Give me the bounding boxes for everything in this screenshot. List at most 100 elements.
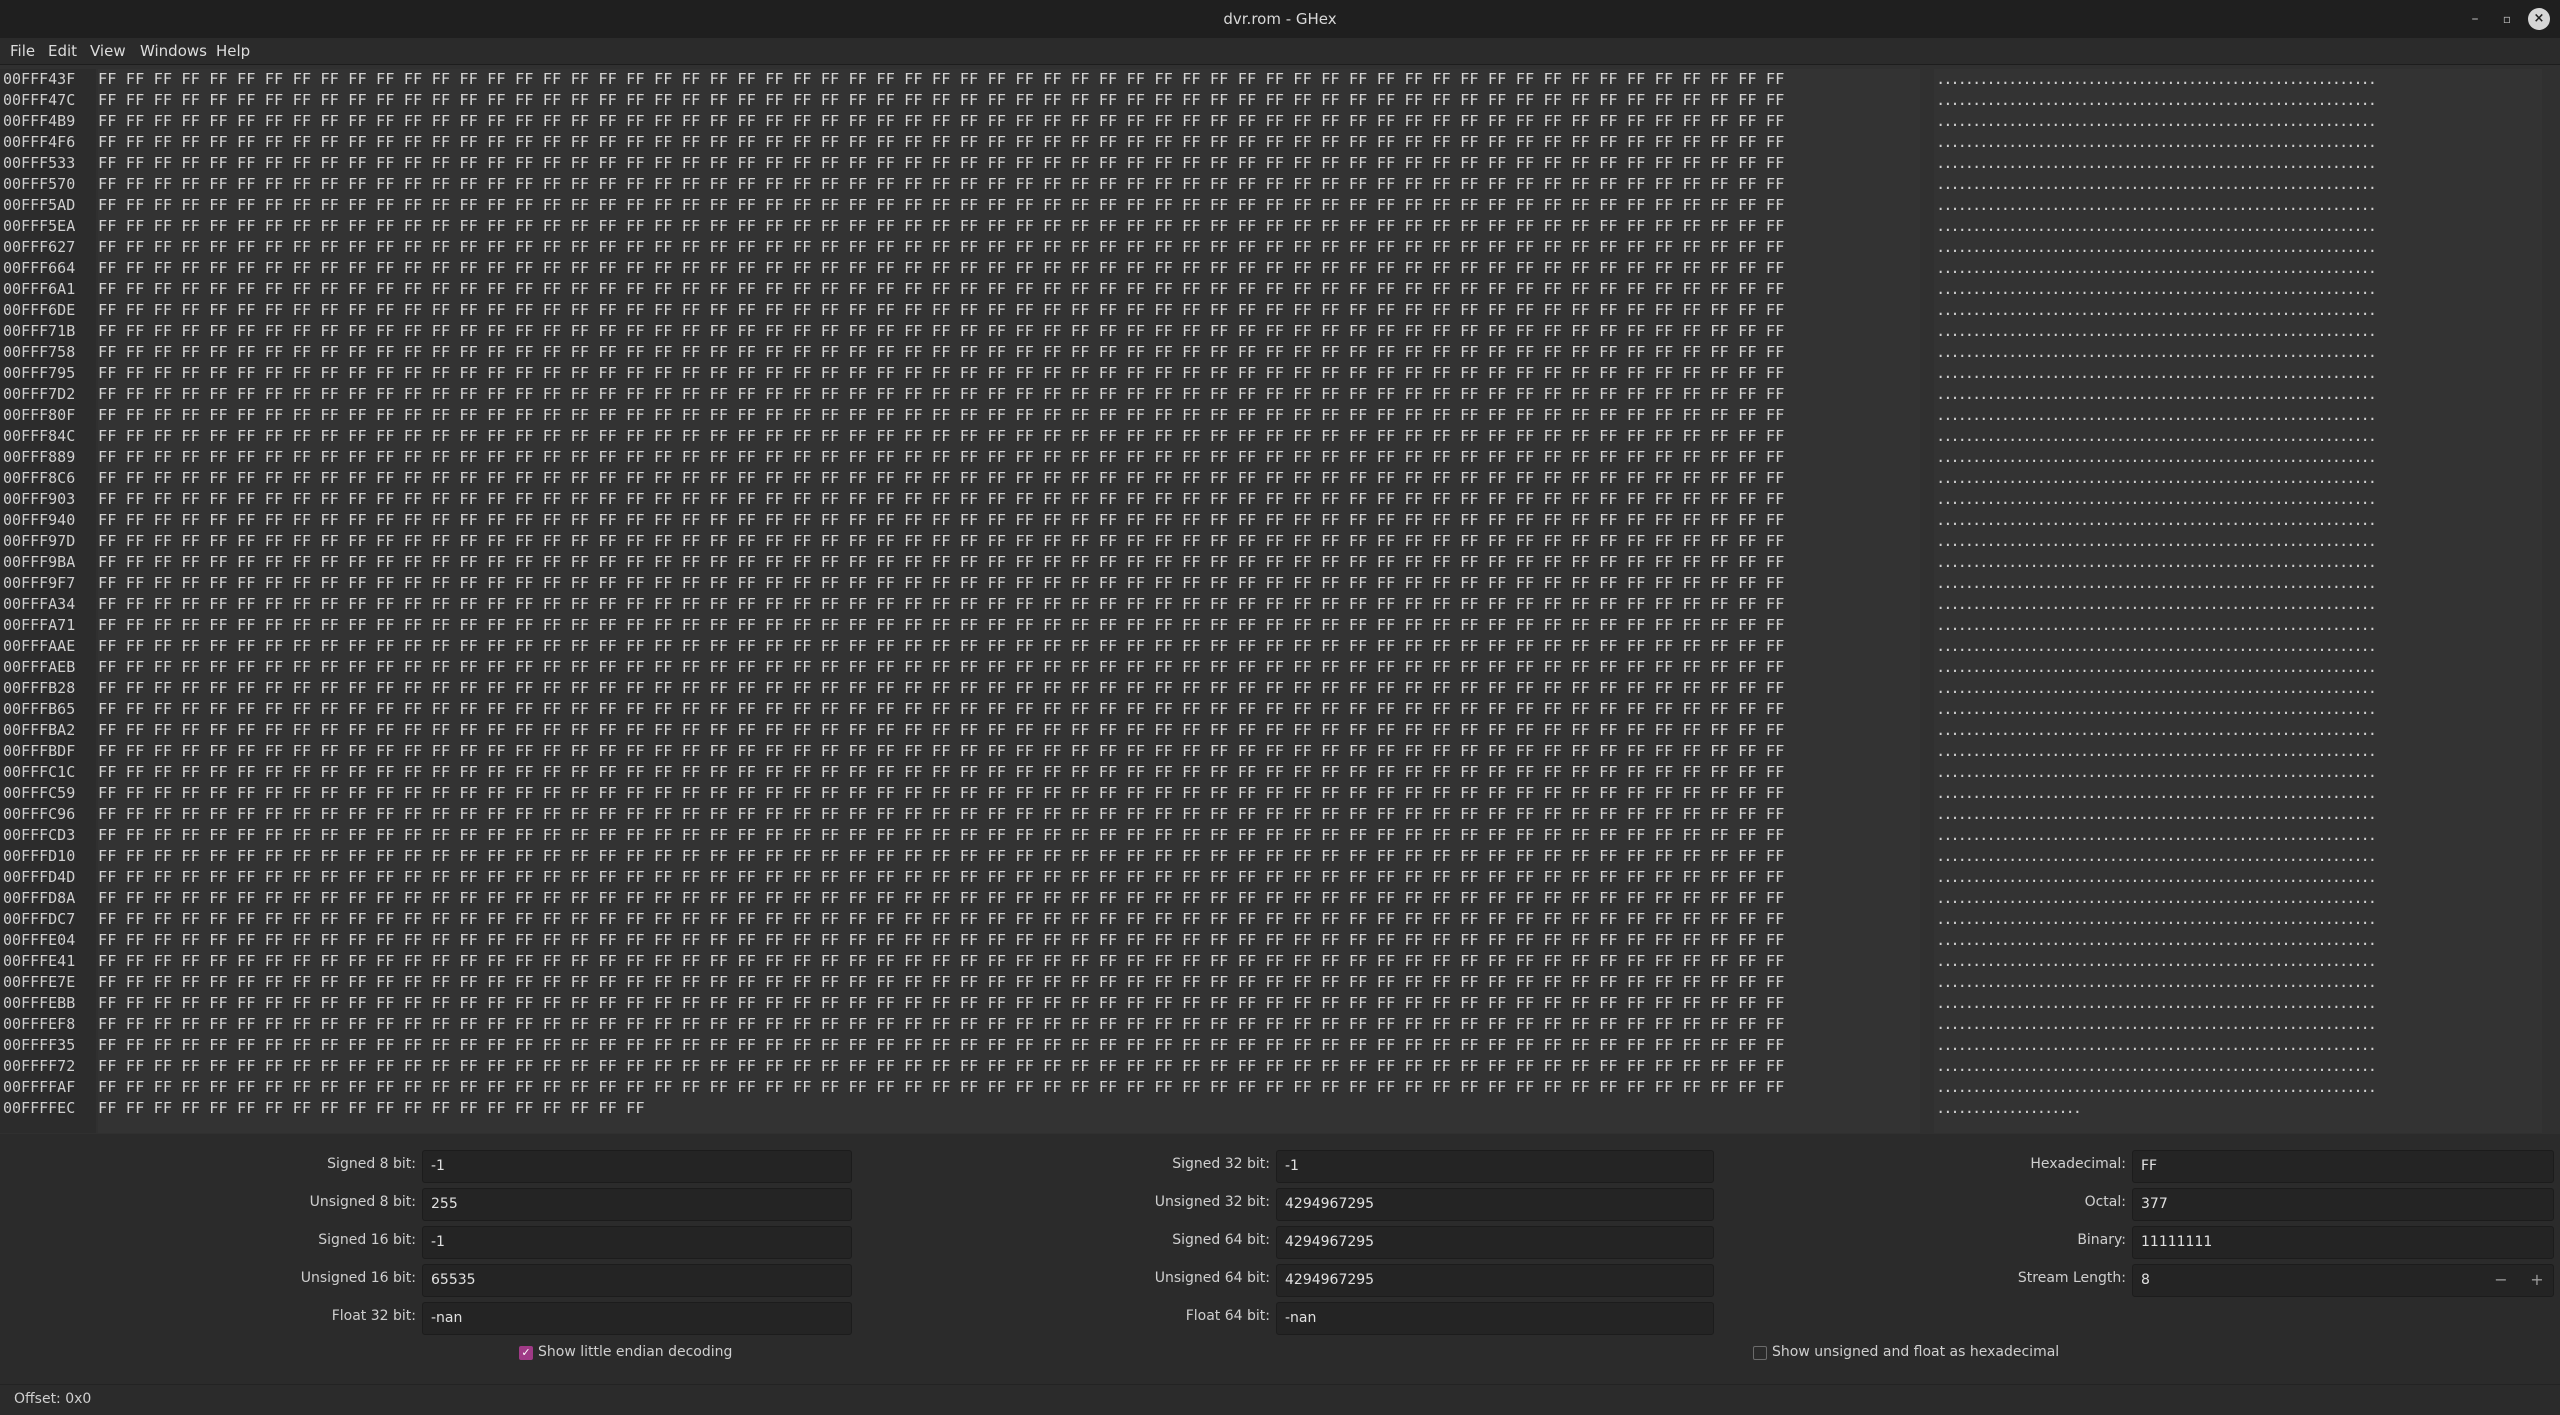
ascii-row[interactable]: ........................................…	[1934, 573, 2542, 594]
stream-increment-button[interactable]: +	[2527, 1270, 2547, 1289]
ascii-row[interactable]: ........................................…	[1934, 510, 2542, 531]
ascii-row[interactable]: ........................................…	[1934, 804, 2542, 825]
ascii-row[interactable]: ........................................…	[1934, 237, 2542, 258]
hex-row[interactable]: FF FF FF FF FF FF FF FF FF FF FF FF FF F…	[98, 405, 1920, 426]
stream-decrement-button[interactable]: −	[2491, 1270, 2511, 1289]
ascii-row[interactable]: ........................................…	[1934, 783, 2542, 804]
hex-row[interactable]: FF FF FF FF FF FF FF FF FF FF FF FF FF F…	[98, 279, 1920, 300]
hex-row[interactable]: FF FF FF FF FF FF FF FF FF FF FF FF FF F…	[98, 888, 1920, 909]
ascii-row[interactable]: ........................................…	[1934, 321, 2542, 342]
hex-row[interactable]: FF FF FF FF FF FF FF FF FF FF FF FF FF F…	[98, 825, 1920, 846]
maximize-icon[interactable]: ▫	[2496, 8, 2518, 30]
ascii-row[interactable]: ........................................…	[1934, 69, 2542, 90]
ascii-row[interactable]: ........................................…	[1934, 993, 2542, 1014]
ascii-row[interactable]: ........................................…	[1934, 678, 2542, 699]
hex-row[interactable]: FF FF FF FF FF FF FF FF FF FF FF FF FF F…	[98, 531, 1920, 552]
hex-row[interactable]: FF FF FF FF FF FF FF FF FF FF FF FF FF F…	[98, 720, 1920, 741]
ascii-row[interactable]: ........................................…	[1934, 825, 2542, 846]
ascii-row[interactable]: ........................................…	[1934, 489, 2542, 510]
ascii-row[interactable]: ........................................…	[1934, 1035, 2542, 1056]
ascii-row[interactable]: ........................................…	[1934, 174, 2542, 195]
unsigned-32-field[interactable]: 4294967295	[1276, 1188, 1714, 1221]
hex-row[interactable]: FF FF FF FF FF FF FF FF FF FF FF FF FF F…	[98, 1077, 1920, 1098]
ascii-row[interactable]: ........................................…	[1934, 1077, 2542, 1098]
ascii-row[interactable]: ........................................…	[1934, 699, 2542, 720]
menu-windows[interactable]: Windows	[140, 42, 207, 60]
menu-view[interactable]: View	[90, 42, 126, 60]
hex-row[interactable]: FF FF FF FF FF FF FF FF FF FF FF FF FF F…	[98, 363, 1920, 384]
ascii-row[interactable]: ........................................…	[1934, 1056, 2542, 1077]
ascii-row[interactable]: ........................................…	[1934, 195, 2542, 216]
ascii-row[interactable]: ........................................…	[1934, 279, 2542, 300]
signed-32-field[interactable]: -1	[1276, 1150, 1714, 1183]
ascii-row[interactable]: ........................................…	[1934, 615, 2542, 636]
hex-row[interactable]: FF FF FF FF FF FF FF FF FF FF FF FF FF F…	[98, 657, 1920, 678]
ascii-row[interactable]: ........................................…	[1934, 720, 2542, 741]
signed-8-field[interactable]: -1	[422, 1150, 852, 1183]
ascii-row[interactable]: ........................................…	[1934, 447, 2542, 468]
ascii-row[interactable]: ........................................…	[1934, 258, 2542, 279]
hex-row[interactable]: FF FF FF FF FF FF FF FF FF FF FF FF FF F…	[98, 804, 1920, 825]
hex-row[interactable]: FF FF FF FF FF FF FF FF FF FF FF FF FF F…	[98, 216, 1920, 237]
hex-row[interactable]: FF FF FF FF FF FF FF FF FF FF FF FF FF F…	[98, 552, 1920, 573]
hex-row[interactable]: FF FF FF FF FF FF FF FF FF FF FF FF FF F…	[98, 90, 1920, 111]
hex-view[interactable]: 00FFF43F 00FFF47C 00FFF4B9 00FFF4F6 00FFF533…	[0, 65, 2560, 1195]
hex-row[interactable]: FF FF FF FF FF FF FF FF FF FF FF FF FF F…	[98, 258, 1920, 279]
hex-row[interactable]: FF FF FF FF FF FF FF FF FF FF FF FF FF F…	[98, 426, 1920, 447]
ascii-row[interactable]: ........................................…	[1934, 132, 2542, 153]
menu-help[interactable]: Help	[216, 42, 250, 60]
ascii-row[interactable]: ........................................…	[1934, 300, 2542, 321]
hex-row[interactable]: FF FF FF FF FF FF FF FF FF FF FF FF FF F…	[98, 615, 1920, 636]
hex-row[interactable]: FF FF FF FF FF FF FF FF FF FF FF FF FF F…	[98, 573, 1920, 594]
ascii-row[interactable]: ........................................…	[1934, 888, 2542, 909]
ascii-row[interactable]: ........................................…	[1934, 636, 2542, 657]
ascii-row[interactable]: ........................................…	[1934, 342, 2542, 363]
hex-row[interactable]: FF FF FF FF FF FF FF FF FF FF FF FF FF F…	[98, 384, 1920, 405]
hex-row[interactable]: FF FF FF FF FF FF FF FF FF FF FF FF FF F…	[98, 132, 1920, 153]
octal-field[interactable]: 377	[2132, 1188, 2554, 1221]
hex-row[interactable]: FF FF FF FF FF FF FF FF FF FF FF FF FF F…	[98, 741, 1920, 762]
ascii-row[interactable]: ........................................…	[1934, 216, 2542, 237]
unsigned-64-field[interactable]: 4294967295	[1276, 1264, 1714, 1297]
hex-row[interactable]: FF FF FF FF FF FF FF FF FF FF FF FF FF F…	[98, 1014, 1920, 1035]
hex-column[interactable]: FF FF FF FF FF FF FF FF FF FF FF FF FF F…	[98, 69, 1920, 1133]
hex-row[interactable]: FF FF FF FF FF FF FF FF FF FF FF FF FF F…	[98, 636, 1920, 657]
binary-field[interactable]: 11111111	[2132, 1226, 2554, 1259]
hex-row[interactable]: FF FF FF FF FF FF FF FF FF FF FF FF FF F…	[98, 489, 1920, 510]
hex-row[interactable]: FF FF FF FF FF FF FF FF FF FF FF FF FF F…	[98, 951, 1920, 972]
ascii-row[interactable]: ........................................…	[1934, 111, 2542, 132]
hex-row[interactable]: FF FF FF FF FF FF FF FF FF FF FF FF FF F…	[98, 1098, 1920, 1119]
hex-row[interactable]: FF FF FF FF FF FF FF FF FF FF FF FF FF F…	[98, 468, 1920, 489]
hex-row[interactable]: FF FF FF FF FF FF FF FF FF FF FF FF FF F…	[98, 69, 1920, 90]
hex-row[interactable]: FF FF FF FF FF FF FF FF FF FF FF FF FF F…	[98, 342, 1920, 363]
ascii-row[interactable]: ........................................…	[1934, 594, 2542, 615]
ascii-row[interactable]: ....................	[1934, 1098, 2542, 1119]
ascii-row[interactable]: ........................................…	[1934, 951, 2542, 972]
ascii-row[interactable]: ........................................…	[1934, 762, 2542, 783]
hex-row[interactable]: FF FF FF FF FF FF FF FF FF FF FF FF FF F…	[98, 930, 1920, 951]
hex-row[interactable]: FF FF FF FF FF FF FF FF FF FF FF FF FF F…	[98, 321, 1920, 342]
signed-64-field[interactable]: 4294967295	[1276, 1226, 1714, 1259]
ascii-row[interactable]: ........................................…	[1934, 972, 2542, 993]
ascii-row[interactable]: ........................................…	[1934, 552, 2542, 573]
ascii-row[interactable]: ........................................…	[1934, 426, 2542, 447]
minimize-icon[interactable]: –	[2464, 8, 2486, 30]
hex-row[interactable]: FF FF FF FF FF FF FF FF FF FF FF FF FF F…	[98, 972, 1920, 993]
ascii-row[interactable]: ........................................…	[1934, 531, 2542, 552]
hex-row[interactable]: FF FF FF FF FF FF FF FF FF FF FF FF FF F…	[98, 1035, 1920, 1056]
menu-file[interactable]: File	[10, 42, 35, 60]
hex-row[interactable]: FF FF FF FF FF FF FF FF FF FF FF FF FF F…	[98, 1056, 1920, 1077]
ascii-row[interactable]: ........................................…	[1934, 909, 2542, 930]
hex-row[interactable]: FF FF FF FF FF FF FF FF FF FF FF FF FF F…	[98, 909, 1920, 930]
hex-row[interactable]: FF FF FF FF FF FF FF FF FF FF FF FF FF F…	[98, 237, 1920, 258]
hex-row[interactable]: FF FF FF FF FF FF FF FF FF FF FF FF FF F…	[98, 300, 1920, 321]
hex-row[interactable]: FF FF FF FF FF FF FF FF FF FF FF FF FF F…	[98, 195, 1920, 216]
ascii-row[interactable]: ........................................…	[1934, 90, 2542, 111]
hex-row[interactable]: FF FF FF FF FF FF FF FF FF FF FF FF FF F…	[98, 846, 1920, 867]
ascii-row[interactable]: ........................................…	[1934, 846, 2542, 867]
hexadecimal-field[interactable]: FF	[2132, 1150, 2554, 1183]
close-icon[interactable]: ×	[2528, 8, 2550, 30]
hex-row[interactable]: FF FF FF FF FF FF FF FF FF FF FF FF FF F…	[98, 783, 1920, 804]
ascii-row[interactable]: ........................................…	[1934, 741, 2542, 762]
hex-row[interactable]: FF FF FF FF FF FF FF FF FF FF FF FF FF F…	[98, 447, 1920, 468]
